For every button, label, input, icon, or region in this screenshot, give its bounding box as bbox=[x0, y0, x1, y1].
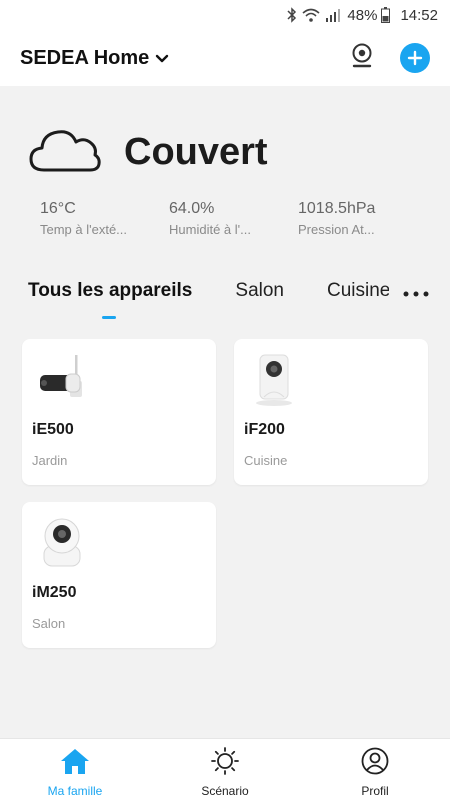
add-icon bbox=[407, 50, 423, 66]
weather-stat-humidity: 64.0% Humidité à l'... bbox=[169, 200, 298, 237]
device-card-ie500[interactable]: iE500 Jardin bbox=[22, 339, 216, 485]
nav-label: Profil bbox=[361, 784, 389, 798]
sun-icon bbox=[210, 747, 240, 780]
device-card-im250[interactable]: iM250 Salon bbox=[22, 502, 216, 648]
device-name: iM250 bbox=[32, 584, 77, 601]
nav-label: Ma famille bbox=[47, 784, 103, 798]
device-room: Salon bbox=[32, 616, 66, 631]
nav-ma-famille[interactable]: Ma famille bbox=[0, 739, 150, 800]
humidity-value: 64.0% bbox=[169, 200, 215, 217]
weather-condition: Couvert bbox=[124, 130, 268, 173]
nav-label: Scénario bbox=[201, 784, 249, 798]
temperature-value: 16°C bbox=[40, 200, 76, 217]
chevron-down-icon bbox=[155, 47, 169, 70]
battery-percent: 48% bbox=[347, 6, 378, 24]
home-selector[interactable]: SEDEA Home bbox=[20, 47, 169, 70]
device-room: Cuisine bbox=[244, 453, 288, 468]
pressure-value: 1018.5hPa bbox=[298, 200, 376, 217]
temperature-label: Temp à l'exté... bbox=[40, 222, 128, 237]
signal-icon bbox=[325, 8, 341, 22]
device-room: Jardin bbox=[32, 453, 68, 468]
tab-cuisine[interactable]: Cuisine bbox=[327, 280, 389, 301]
dome-camera-icon bbox=[34, 514, 94, 570]
tab-all-devices[interactable]: Tous les appareils bbox=[28, 280, 192, 320]
more-tabs-button[interactable] bbox=[402, 282, 430, 306]
more-icon bbox=[403, 291, 429, 297]
pressure-label: Pression At... bbox=[298, 222, 375, 237]
nav-scenario[interactable]: Scénario bbox=[150, 739, 300, 800]
wifi-icon bbox=[301, 7, 321, 23]
status-bar: 48% 14:52 bbox=[0, 0, 450, 30]
add-device-button[interactable] bbox=[400, 43, 430, 73]
bottom-nav: Ma famille Scénario Profil bbox=[0, 738, 450, 800]
status-time: 14:52 bbox=[400, 6, 438, 24]
tab-salon[interactable]: Salon bbox=[235, 280, 284, 320]
cloud-icon bbox=[28, 126, 102, 179]
bullet-camera-icon bbox=[34, 351, 94, 407]
device-name: iF200 bbox=[244, 421, 285, 438]
home-name: SEDEA Home bbox=[20, 46, 150, 69]
camera-icon[interactable] bbox=[350, 43, 374, 74]
weather-panel[interactable]: Couvert 16°C Temp à l'exté... 64.0% Humi… bbox=[28, 120, 428, 237]
indoor-camera-icon bbox=[246, 351, 306, 407]
bluetooth-icon bbox=[287, 7, 297, 23]
weather-stat-temperature: 16°C Temp à l'exté... bbox=[40, 200, 169, 237]
weather-stat-pressure: 1018.5hPa Pression At... bbox=[298, 200, 427, 237]
profile-icon bbox=[360, 747, 390, 780]
device-card-if200[interactable]: iF200 Cuisine bbox=[234, 339, 428, 485]
app-header: SEDEA Home bbox=[0, 30, 450, 86]
humidity-label: Humidité à l'... bbox=[169, 222, 251, 237]
home-icon bbox=[60, 747, 90, 780]
room-tabs: Tous les appareils Salon Cuisine bbox=[28, 280, 450, 324]
device-name: iE500 bbox=[32, 421, 74, 438]
battery-icon bbox=[381, 7, 391, 23]
nav-profil[interactable]: Profil bbox=[300, 739, 450, 800]
active-tab-indicator bbox=[102, 316, 116, 319]
